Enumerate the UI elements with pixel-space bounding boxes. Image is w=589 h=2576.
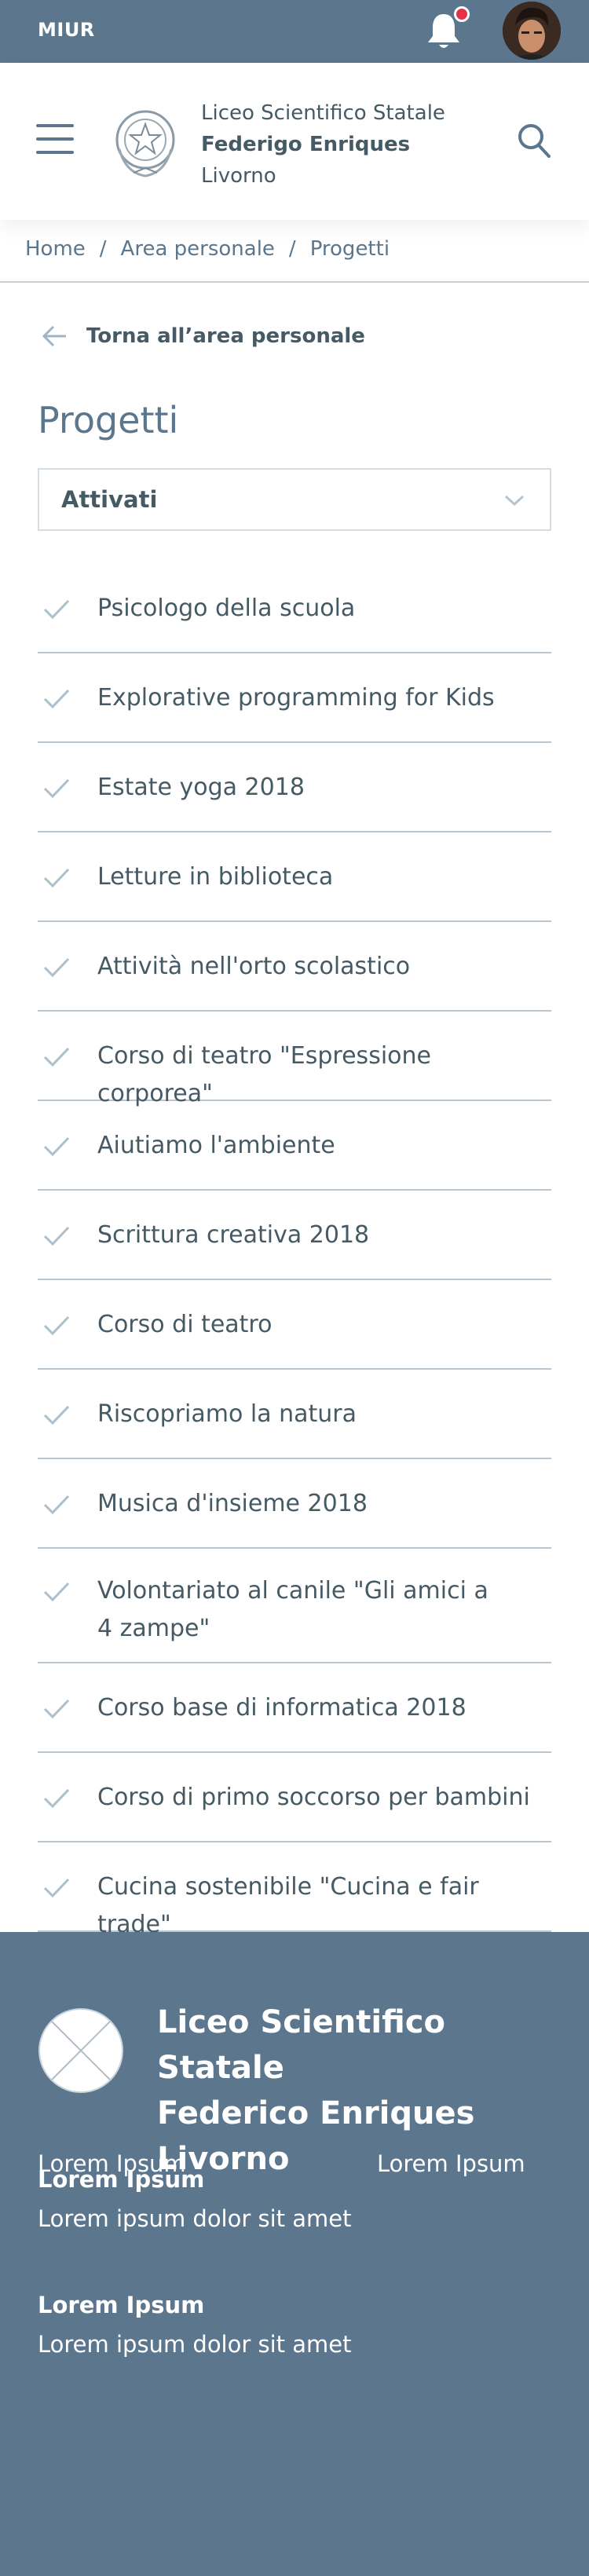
status-filter-select[interactable]: Attivati (38, 468, 551, 531)
page-title: Progetti (38, 399, 179, 441)
check-icon (43, 1405, 70, 1425)
project-name: Musica d'insieme 2018 (97, 1490, 368, 1517)
breadcrumb-current: Progetti (309, 237, 390, 261)
top-bar: MIUR (0, 0, 589, 63)
list-item[interactable]: Volontariato al canile "Gli amici a 4 za… (38, 1549, 551, 1663)
check-icon (43, 1495, 70, 1515)
footer-school-line2: Federico Enriques (157, 2095, 475, 2131)
footer-link-right[interactable]: Lorem Ipsum (377, 2150, 525, 2177)
check-icon (43, 1582, 70, 1602)
check-icon (43, 1788, 70, 1809)
chevron-down-icon (504, 495, 525, 507)
republic-emblem-icon (115, 110, 175, 177)
footer-block-text: Lorem ipsum dolor sit amet (38, 2331, 352, 2358)
arrow-left-icon (42, 325, 66, 347)
check-icon (43, 868, 70, 888)
check-icon (43, 1136, 70, 1157)
project-name: Riscopriamo la natura (97, 1400, 357, 1428)
list-item[interactable]: Corso di primo soccorso per bambini (38, 1753, 551, 1842)
breadcrumb-separator: / (99, 237, 107, 261)
project-name: Aiutiamo l'ambiente (97, 1132, 335, 1159)
list-item[interactable]: Psicologo della scuola (38, 564, 551, 653)
brand-label[interactable]: MIUR (38, 19, 95, 41)
list-item[interactable]: Corso di teatro "Espressione corporea" (38, 1012, 551, 1107)
check-icon (43, 957, 70, 978)
back-link-label: Torna all’area personale (86, 324, 365, 348)
footer-block-heading: Lorem Ipsum (38, 2292, 205, 2318)
list-item[interactable]: Cucina sostenibile "Cucina e fair trade" (38, 1842, 551, 1938)
project-name: Corso di teatro (97, 1311, 273, 1338)
project-name: Explorative programming for Kids (97, 684, 495, 712)
list-item[interactable]: Corso di teatro (38, 1280, 551, 1370)
list-item[interactable]: Letture in biblioteca (38, 832, 551, 922)
list-item[interactable]: Musica d'insieme 2018 (38, 1459, 551, 1549)
menu-icon[interactable] (36, 124, 75, 159)
school-name-line3: Livorno (201, 164, 276, 188)
check-icon (43, 1315, 70, 1336)
breadcrumb-area-personale[interactable]: Area personale (121, 237, 275, 261)
school-name[interactable]: Liceo Scientifico Statale Federigo Enriq… (201, 97, 445, 192)
school-name-line2: Federigo Enriques (201, 133, 411, 156)
list-item[interactable]: Scrittura creativa 2018 (38, 1191, 551, 1280)
site-footer: Liceo Scientifico Statale Federico Enriq… (0, 1932, 589, 2576)
list-item[interactable]: Estate yoga 2018 (38, 743, 551, 832)
status-filter-value: Attivati (61, 486, 158, 513)
search-icon[interactable] (515, 121, 553, 160)
footer-block-text: Lorem ipsum dolor sit amet (38, 2205, 352, 2232)
list-item[interactable]: Corso base di informatica 2018 (38, 1663, 551, 1753)
avatar[interactable] (503, 2, 561, 60)
back-link[interactable]: Torna all’area personale (41, 322, 365, 350)
list-item[interactable]: Attività nell'orto scolastico (38, 922, 551, 1012)
breadcrumb-home[interactable]: Home (25, 237, 86, 261)
project-name: Scrittura creativa 2018 (97, 1221, 370, 1249)
footer-block-2: Lorem Ipsum Lorem ipsum dolor sit amet (38, 2292, 352, 2358)
check-icon (43, 689, 70, 709)
list-item[interactable]: Riscopriamo la natura (38, 1370, 551, 1459)
check-icon (43, 1226, 70, 1246)
list-item[interactable]: Explorative programming for Kids (38, 653, 551, 743)
breadcrumb-divider (0, 281, 589, 283)
check-icon (43, 778, 70, 799)
breadcrumb-separator: / (288, 237, 296, 261)
project-name: Attività nell'orto scolastico (97, 953, 411, 980)
placeholder-logo-icon (38, 2008, 123, 2093)
footer-link-left[interactable]: Lorem Ipsum (38, 2150, 186, 2177)
project-name: Corso di primo soccorso per bambini (97, 1784, 530, 1811)
footer-school-line1: Liceo Scientifico Statale (157, 2004, 445, 2086)
check-icon (43, 1699, 70, 1719)
school-name-line1: Liceo Scientifico Statale (201, 101, 445, 125)
project-list: Psicologo della scuola Explorative progra… (38, 564, 551, 1938)
project-name: Estate yoga 2018 (97, 774, 305, 801)
check-icon (43, 599, 70, 620)
project-name: Psicologo della scuola (97, 595, 356, 622)
list-item[interactable]: Aiutiamo l'ambiente (38, 1101, 551, 1191)
project-name: Volontariato al canile "Gli amici a 4 za… (97, 1577, 488, 1642)
check-icon (43, 1878, 70, 1898)
project-name: Letture in biblioteca (97, 863, 334, 891)
project-name: Corso base di informatica 2018 (97, 1694, 466, 1722)
site-header: Liceo Scientifico Statale Federigo Enriq… (0, 63, 589, 220)
breadcrumb: Home / Area personale / Progetti (25, 237, 390, 261)
notification-badge (454, 6, 470, 22)
check-icon (43, 1047, 70, 1067)
